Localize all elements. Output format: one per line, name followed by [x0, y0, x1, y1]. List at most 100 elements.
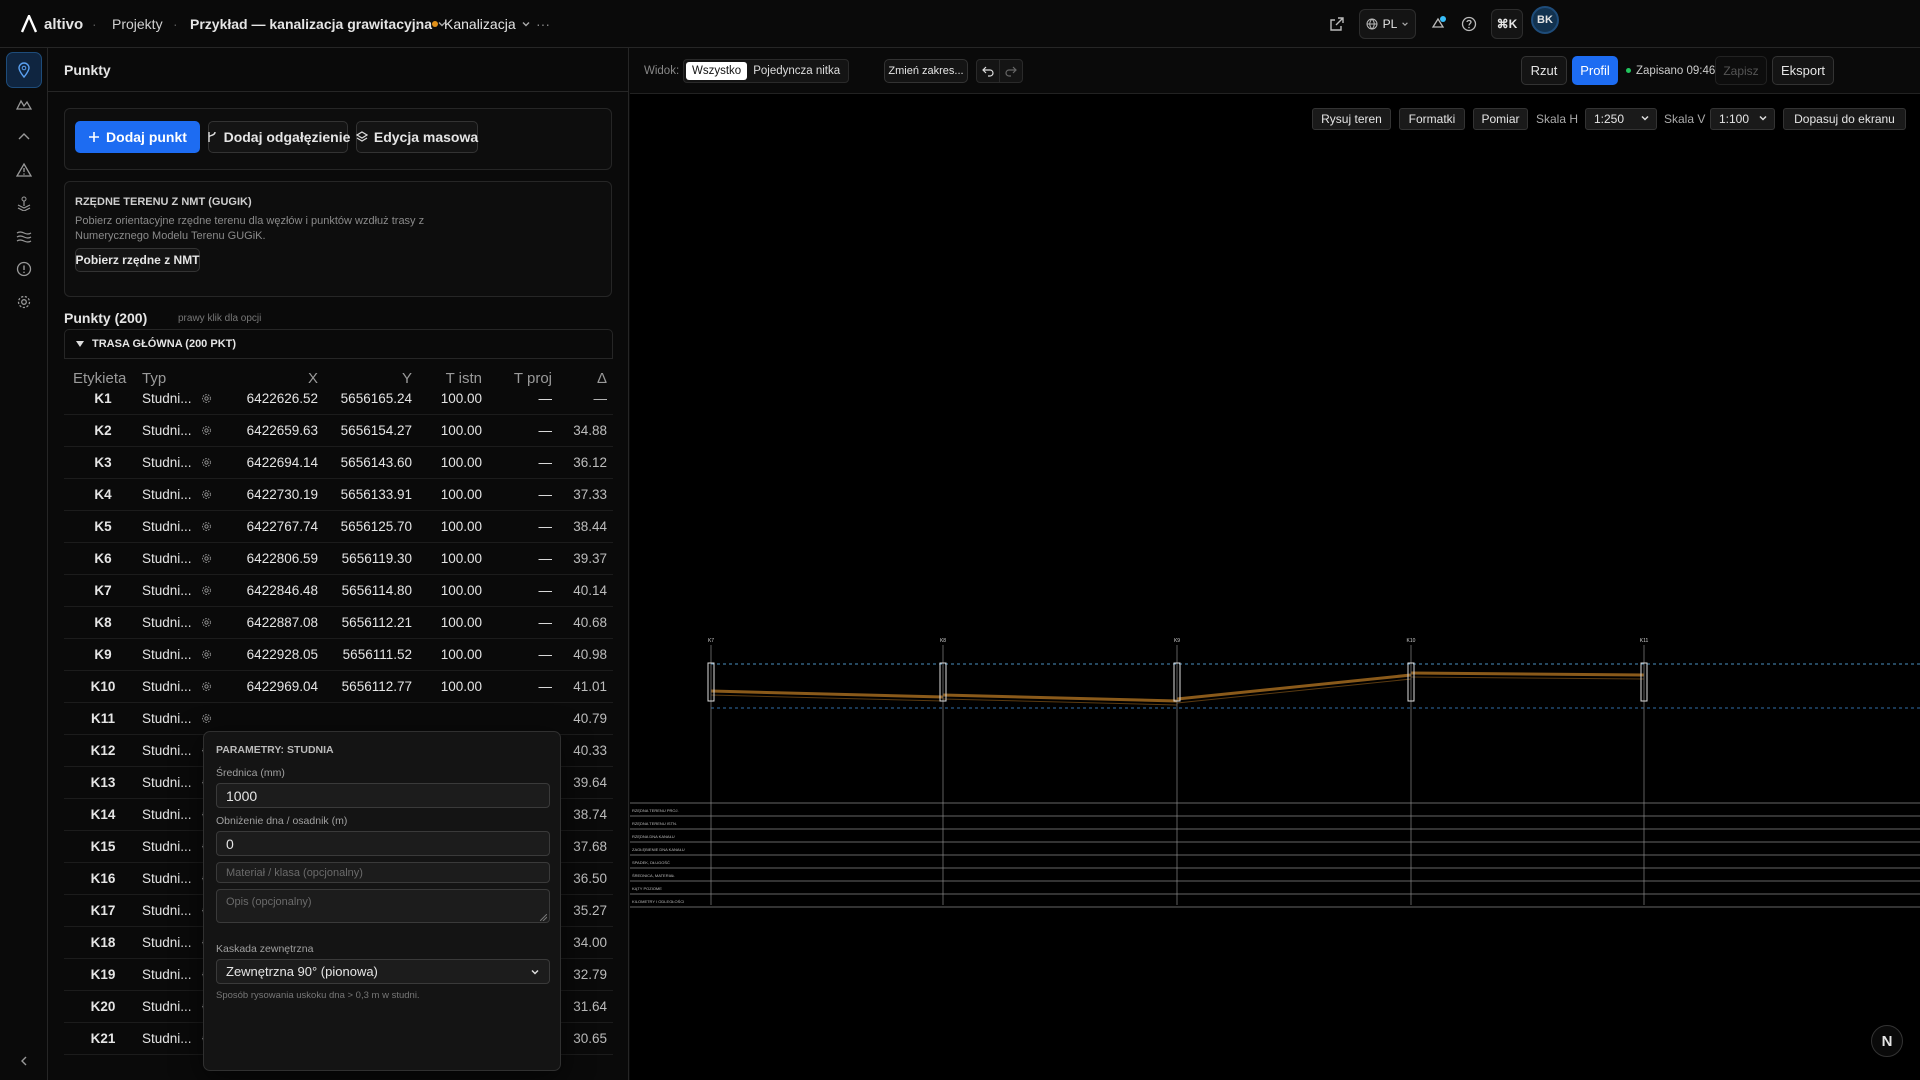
collapse-sidebar-button[interactable]	[6, 1043, 42, 1079]
add-branch-button[interactable]: Dodaj odgałęzienie	[207, 121, 350, 153]
notifications-icon[interactable]	[1429, 0, 1447, 48]
command-palette-button[interactable]: ⌘K	[1491, 9, 1523, 39]
rail-layers-button[interactable]	[6, 185, 42, 221]
row-type: Studni...	[142, 551, 192, 566]
table-row[interactable]: K5 Studni... 6422767.74 5656125.70 100.00 — 38…	[64, 511, 613, 543]
row-delta: 39.37	[573, 551, 607, 566]
row-type: Studni...	[142, 391, 192, 406]
projects-link[interactable]: Projekty	[112, 0, 163, 48]
table-row[interactable]: K10 Studni... 6422969.04 5656112.77 100.00 — 4…	[64, 671, 613, 703]
cascade-label: Kaskada zewnętrzna	[216, 943, 314, 955]
table-row[interactable]: K6 Studni... 6422806.59 5656119.30 100.00 — 39…	[64, 543, 613, 575]
gear-icon[interactable]	[194, 649, 218, 660]
table-row[interactable]: K4 Studni... 6422730.19 5656133.91 100.00 — 37…	[64, 479, 613, 511]
redo-icon[interactable]	[1000, 60, 1022, 82]
table-row[interactable]: K7 Studni... 6422846.48 5656114.80 100.00 — 40…	[64, 575, 613, 607]
draw-terrain-button[interactable]: Rysuj teren	[1312, 108, 1391, 130]
chevron-down-icon	[521, 19, 531, 29]
more-menu-button[interactable]: ···	[536, 0, 550, 48]
row-label: K7	[94, 583, 112, 598]
chevron-down-icon	[1401, 20, 1409, 28]
table-row[interactable]: K8 Studni... 6422887.08 5656112.21 100.00 — 40…	[64, 607, 613, 639]
cascade-select[interactable]: Zewnętrzna 90° (pionowa)	[216, 959, 550, 984]
diameter-input[interactable]: 1000	[216, 783, 550, 808]
row-y: 5656143.60	[340, 455, 412, 470]
module-name: Kanalizacja	[444, 16, 516, 32]
row-type: Studni...	[142, 871, 192, 886]
gear-icon[interactable]	[194, 585, 218, 596]
formats-button[interactable]: Formatki	[1399, 108, 1465, 130]
change-range-button[interactable]: Zmień zakres...	[884, 59, 968, 83]
view-toggle: Wszystko Pojedyncza nitka	[683, 59, 850, 83]
undo-icon[interactable]	[977, 60, 1000, 82]
rail-terrain-button[interactable]	[6, 86, 42, 122]
scale-v-label: Skala V	[1664, 112, 1706, 126]
rail-warnings-button[interactable]	[6, 152, 42, 188]
profile-canvas[interactable]: Rysuj teren Formatki Pomiar Skala H 1:25…	[630, 95, 1920, 1080]
gear-icon[interactable]	[194, 425, 218, 436]
scale-v-select[interactable]: 1:100	[1710, 108, 1775, 130]
rail-water-button[interactable]	[6, 218, 42, 254]
row-type: Studni...	[142, 711, 192, 726]
gear-icon[interactable]	[194, 617, 218, 628]
add-point-button[interactable]: Dodaj punkt	[75, 121, 200, 153]
pipe-segment-edge	[1410, 676, 1645, 680]
rail-settings-button[interactable]	[6, 284, 42, 320]
external-link-icon[interactable]	[1329, 0, 1345, 48]
export-button[interactable]: Eksport	[1772, 56, 1834, 85]
group-header[interactable]: TRASA GŁÓWNA (200 PKT)	[64, 329, 613, 359]
alert-circle-icon	[16, 261, 32, 277]
gear-icon[interactable]	[194, 681, 218, 692]
assistant-fab[interactable]: N	[1871, 1025, 1903, 1057]
scale-h-select[interactable]: 1:250	[1585, 108, 1657, 130]
rail-profile-button[interactable]	[6, 119, 42, 155]
row-t-istn: 100.00	[440, 519, 482, 534]
gear-icon	[16, 294, 32, 310]
row-type: Studni...	[142, 903, 192, 918]
chevron-left-icon	[17, 1054, 31, 1068]
rail-issues-button[interactable]	[6, 251, 42, 287]
row-label: K8	[94, 615, 112, 630]
manhole-label: K11	[1640, 638, 1649, 644]
gear-icon[interactable]	[194, 713, 218, 724]
profile-view-button[interactable]: Profil	[1572, 56, 1618, 85]
logo-icon[interactable]	[20, 0, 38, 48]
row-label: K13	[90, 775, 116, 790]
fetch-nmt-button[interactable]: Pobierz rzędne z NMT	[75, 248, 200, 272]
project-name: Przykład — kanalizacja grawitacyjna	[190, 16, 433, 32]
gear-icon[interactable]	[194, 393, 218, 404]
table-row[interactable]: K1 Studni... 6422626.52 5656165.24 100.00 — —	[64, 383, 613, 415]
save-button[interactable]: Zapisz	[1715, 56, 1767, 85]
module-selector[interactable]: Kanalizacja	[432, 0, 531, 48]
language-selector[interactable]: PL	[1359, 9, 1416, 39]
row-type: Studni...	[142, 743, 192, 758]
row-y: 5656111.52	[342, 647, 412, 662]
row-delta: 40.14	[573, 583, 607, 598]
gear-icon[interactable]	[194, 489, 218, 500]
view-single-button[interactable]: Pojedyncza nitka	[747, 62, 846, 80]
table-row[interactable]: K2 Studni... 6422659.63 5656154.27 100.00 — 34…	[64, 415, 613, 447]
plan-view-button[interactable]: Rzut	[1521, 56, 1567, 85]
table-row[interactable]: K3 Studni... 6422694.14 5656143.60 100.00 — 36…	[64, 447, 613, 479]
gear-icon[interactable]	[194, 553, 218, 564]
warning-icon	[16, 162, 32, 178]
project-selector[interactable]: Przykład — kanalizacja grawitacyjna	[190, 0, 447, 48]
mass-edit-button[interactable]: Edycja masowa	[355, 121, 478, 153]
avatar[interactable]: BK	[1531, 6, 1559, 34]
depth-input[interactable]: 0	[216, 831, 550, 856]
gear-icon[interactable]	[194, 457, 218, 468]
material-input[interactable]: Materiał / klasa (opcjonalny)	[216, 862, 550, 883]
table-row[interactable]: K9 Studni... 6422928.05 5656111.52 100.00 — 40…	[64, 639, 613, 671]
rail-points-button[interactable]	[6, 52, 42, 88]
help-icon[interactable]	[1461, 0, 1477, 48]
module-dot	[432, 21, 438, 27]
row-t-istn: 100.00	[440, 391, 482, 406]
row-t-proj: —	[538, 647, 553, 662]
fit-to-screen-button[interactable]: Dopasuj do ekranu	[1783, 108, 1906, 130]
row-t-istn: 100.00	[440, 455, 482, 470]
gear-icon[interactable]	[194, 521, 218, 532]
view-all-button[interactable]: Wszystko	[686, 62, 748, 80]
measure-button[interactable]: Pomiar	[1473, 108, 1528, 130]
description-textarea[interactable]: Opis (opcjonalny)	[216, 889, 550, 923]
row-label: K11	[90, 711, 116, 726]
